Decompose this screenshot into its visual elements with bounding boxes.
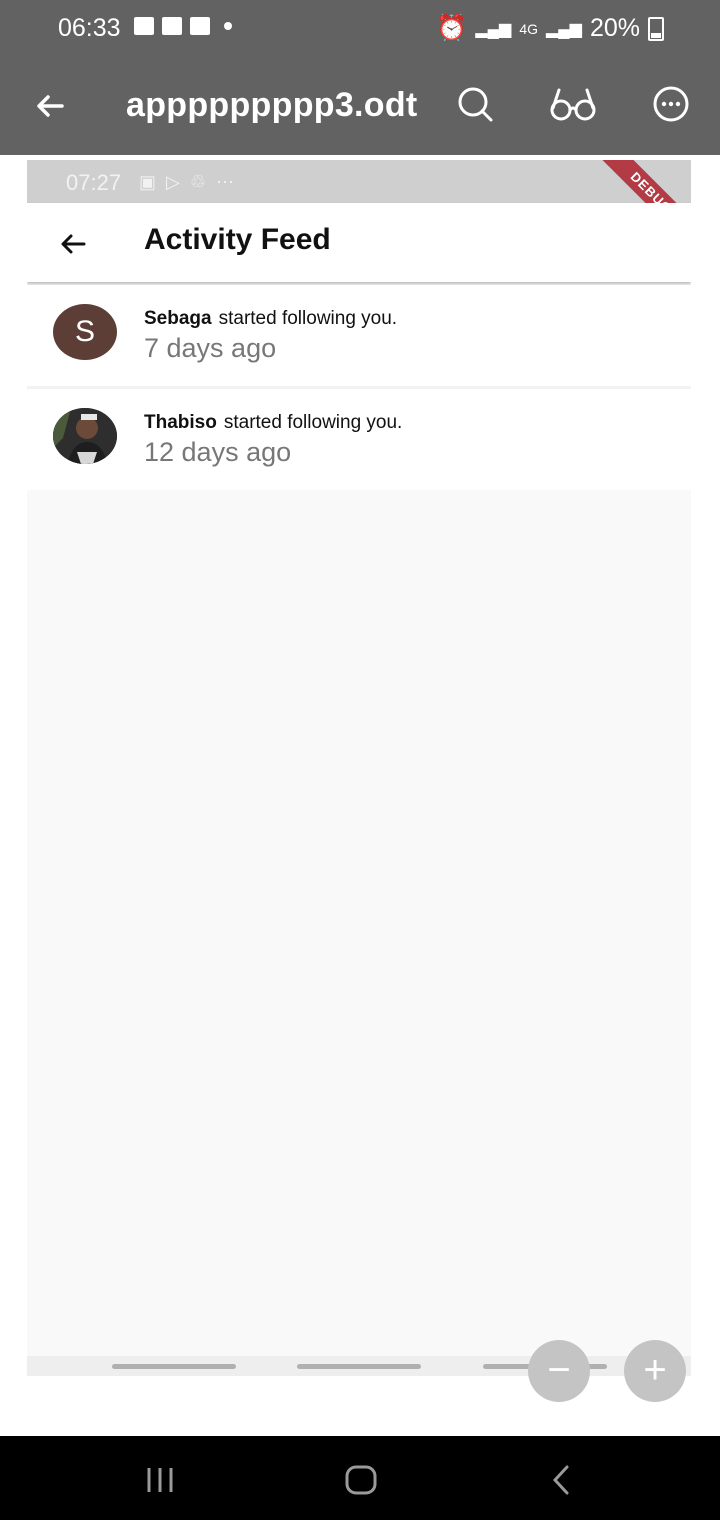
app-bar: appppppppp3.odt (0, 58, 720, 155)
message-icon (190, 17, 210, 35)
alarm-icon: ⏰ (436, 14, 468, 42)
activity-action: started following you. (218, 308, 398, 329)
recent-apps-icon[interactable] (140, 1464, 180, 1496)
activity-feed-list: S Sebaga started following you. 7 days ag… (27, 285, 691, 490)
battery-icon (648, 16, 664, 41)
battery-percent: 20% (589, 14, 640, 42)
scroll-pill (297, 1364, 421, 1369)
activity-text: Sebaga started following you. (144, 308, 397, 330)
reading-glasses-icon[interactable] (549, 84, 597, 124)
scroll-pill (112, 1364, 236, 1369)
zoom-in-button[interactable]: + (624, 1340, 686, 1402)
signal-icon-2: ▂▄▆ (546, 20, 582, 38)
top-bar: 06:33 ⏰ ▂▄▆ 4G ▂▄▆ 20% appppppppp3.odt (0, 0, 720, 155)
inner-status-time: 07:27 (66, 170, 122, 195)
activity-action: started following you. (223, 412, 403, 433)
status-bar: 06:33 ⏰ ▂▄▆ 4G ▂▄▆ 20% (0, 0, 720, 58)
dot-icon (224, 22, 232, 30)
activity-text: Thabiso started following you. (144, 412, 402, 434)
back-arrow-icon[interactable] (57, 228, 89, 260)
home-icon[interactable] (341, 1464, 381, 1496)
page-scroll-indicator (27, 1356, 691, 1376)
notification-icons (134, 17, 232, 35)
activity-feed-title: Activity Feed (144, 223, 331, 256)
status-right: ⏰ ▂▄▆ 4G ▂▄▆ 20% (436, 14, 664, 43)
document-title: appppppppp3.odt (126, 86, 418, 124)
user-name[interactable]: Thabiso (144, 412, 217, 433)
list-item[interactable]: Thabiso started following you. 12 days ag… (27, 389, 691, 490)
activity-feed-app-bar: Activity Feed (27, 203, 691, 282)
avatar[interactable] (53, 408, 117, 464)
zoom-out-button[interactable]: − (528, 1340, 590, 1402)
inner-status-bar: 07:27 ▣▷♲⋯ 4G (27, 160, 691, 203)
user-photo-icon (53, 408, 117, 464)
image-icon (134, 17, 154, 35)
network-type: 4G (519, 20, 538, 37)
avatar[interactable]: S (53, 304, 117, 360)
more-options-icon[interactable] (651, 84, 691, 124)
list-item[interactable]: S Sebaga started following you. 7 days ag… (27, 285, 691, 389)
inner-notification-icons: ▣▷♲⋯ (139, 172, 244, 192)
activity-time: 12 days ago (144, 437, 292, 467)
folder-icon (162, 17, 182, 35)
back-arrow-icon[interactable] (30, 86, 70, 126)
status-time: 06:33 (58, 14, 121, 42)
document-viewer[interactable]: 07:27 ▣▷♲⋯ 4G DEBUG Activity Feed S Seba… (27, 160, 691, 1376)
signal-icon: ▂▄▆ (475, 20, 512, 38)
navigation-bar (0, 1436, 720, 1520)
search-icon[interactable] (455, 84, 495, 124)
user-name[interactable]: Sebaga (144, 308, 212, 329)
activity-time: 7 days ago (144, 333, 277, 363)
back-icon[interactable] (543, 1464, 583, 1496)
